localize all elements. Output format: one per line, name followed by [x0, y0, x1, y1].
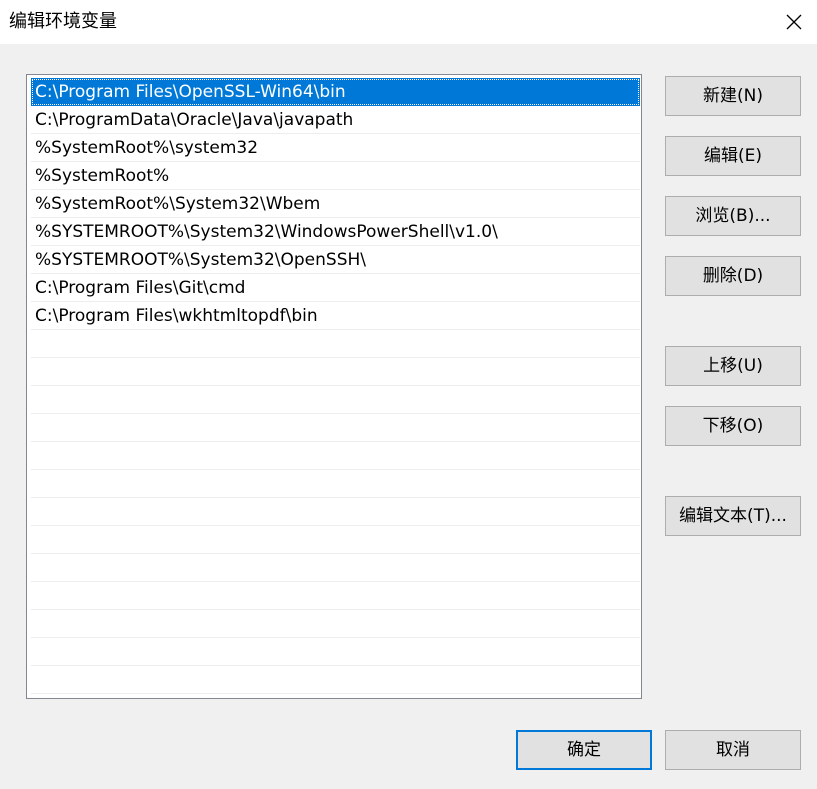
empty-list-row[interactable]: [31, 610, 640, 638]
path-list[interactable]: C:\Program Files\OpenSSL-Win64\bin C:\Pro…: [26, 74, 642, 699]
list-item[interactable]: %SystemRoot%: [31, 162, 640, 190]
edit-text-button[interactable]: 编辑文本(T)...: [665, 496, 801, 536]
list-item[interactable]: %SYSTEMROOT%\System32\WindowsPowerShell\…: [31, 218, 640, 246]
list-item[interactable]: C:\Program Files\OpenSSL-Win64\bin: [31, 78, 640, 106]
empty-list-row[interactable]: [31, 470, 640, 498]
ok-button[interactable]: 确定: [516, 730, 652, 770]
empty-list-row[interactable]: [31, 358, 640, 386]
move-down-button[interactable]: 下移(O): [665, 406, 801, 446]
list-item[interactable]: C:\ProgramData\Oracle\Java\javapath: [31, 106, 640, 134]
browse-button[interactable]: 浏览(B)...: [665, 196, 801, 236]
list-item[interactable]: %SystemRoot%\system32: [31, 134, 640, 162]
empty-list-row[interactable]: [31, 554, 640, 582]
close-button[interactable]: [771, 0, 817, 44]
move-up-button[interactable]: 上移(U): [665, 346, 801, 386]
empty-list-row[interactable]: [31, 498, 640, 526]
window-title: 编辑环境变量: [9, 11, 117, 32]
close-icon: [786, 14, 802, 30]
list-item[interactable]: C:\Program Files\wkhtmltopdf\bin: [31, 302, 640, 330]
empty-list-row[interactable]: [31, 638, 640, 666]
new-button[interactable]: 新建(N): [665, 76, 801, 116]
edit-button[interactable]: 编辑(E): [665, 136, 801, 176]
empty-list-row[interactable]: [31, 526, 640, 554]
empty-list-row[interactable]: [31, 666, 640, 694]
cancel-button[interactable]: 取消: [665, 730, 801, 770]
list-item[interactable]: %SYSTEMROOT%\System32\OpenSSH\: [31, 246, 640, 274]
empty-list-row[interactable]: [31, 330, 640, 358]
title-bar: 编辑环境变量: [0, 0, 817, 44]
empty-list-row[interactable]: [31, 442, 640, 470]
list-item[interactable]: C:\Program Files\Git\cmd: [31, 274, 640, 302]
delete-button[interactable]: 删除(D): [665, 256, 801, 296]
list-item[interactable]: %SystemRoot%\System32\Wbem: [31, 190, 640, 218]
empty-list-row[interactable]: [31, 386, 640, 414]
empty-list-row[interactable]: [31, 582, 640, 610]
empty-list-row[interactable]: [31, 414, 640, 442]
